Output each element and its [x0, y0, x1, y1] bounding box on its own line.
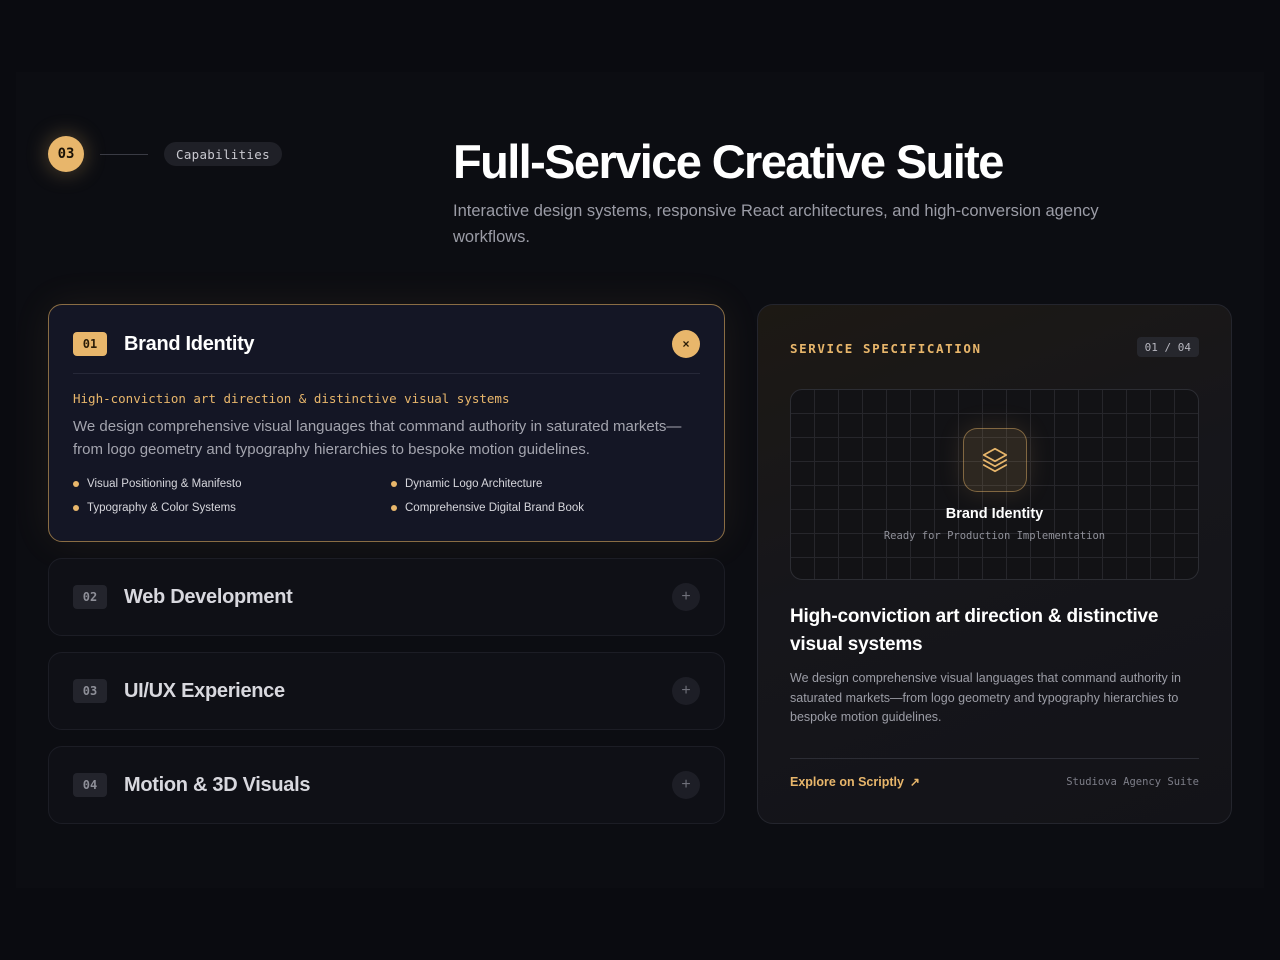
bullet-dot-icon	[391, 505, 397, 511]
feature-item: Typography & Color Systems	[73, 501, 391, 515]
spec-footer-text: Studiova Agency Suite	[1066, 776, 1199, 788]
spec-heading: High-conviction art direction & distinct…	[790, 606, 1159, 655]
plus-icon[interactable]: +	[672, 771, 700, 799]
feature-label: Comprehensive Digital Brand Book	[405, 502, 584, 514]
spec-preview-panel: Brand Identity Ready for Production Impl…	[790, 389, 1199, 580]
bullet-dot-icon	[73, 481, 79, 487]
accordion-item-brand-identity[interactable]: 01 Brand Identity × High-conviction art …	[48, 304, 725, 542]
bullet-dot-icon	[73, 505, 79, 511]
bullet-dot-icon	[391, 481, 397, 487]
spec-preview-title: Brand Identity	[945, 506, 1044, 522]
page-title: Full-Service Creative Suite	[453, 135, 1004, 188]
accordion-item-ui-ux-experience[interactable]: 03 UI/UX Experience +	[48, 652, 725, 730]
explore-link[interactable]: Explore on Scriptly ↗	[790, 775, 920, 789]
accordion-header[interactable]: 03 UI/UX Experience +	[73, 676, 700, 706]
feature-item: Comprehensive Digital Brand Book	[391, 501, 703, 515]
accordion-number-badge: 03	[73, 679, 107, 703]
arrow-up-right-icon: ↗	[909, 775, 920, 789]
section-number-badge: 03	[48, 136, 84, 172]
close-icon[interactable]: ×	[672, 330, 700, 358]
accordion-title: Motion & 3D Visuals	[124, 773, 311, 796]
spec-counter-badge: 01 / 04	[1136, 337, 1199, 357]
feature-label: Dynamic Logo Architecture	[405, 478, 543, 490]
accordion-tagline: High-conviction art direction & distinct…	[73, 391, 510, 406]
accordion-number-badge: 02	[73, 585, 107, 609]
spec-description: We design comprehensive visual languages…	[790, 671, 1181, 724]
explore-link-label: Explore on Scriptly	[790, 775, 904, 789]
feature-item: Visual Positioning & Manifesto	[73, 477, 391, 491]
spec-card-label: SERVICE SPECIFICATION	[790, 341, 982, 356]
accordion-title: Web Development	[124, 585, 293, 608]
spec-divider	[790, 758, 1199, 759]
accordion-header[interactable]: 04 Motion & 3D Visuals +	[73, 770, 700, 800]
accordion-header[interactable]: 02 Web Development +	[73, 582, 700, 612]
feature-list: Visual Positioning & Manifesto Dynamic L…	[73, 477, 703, 515]
accordion-divider	[73, 373, 700, 374]
accordion-item-web-development[interactable]: 02 Web Development +	[48, 558, 725, 636]
feature-item: Dynamic Logo Architecture	[391, 477, 703, 491]
accordion-title: Brand Identity	[124, 332, 255, 355]
accordion-number-badge: 04	[73, 773, 107, 797]
accordion-title: UI/UX Experience	[124, 679, 285, 702]
section-label-pill: Capabilities	[164, 142, 282, 166]
plus-icon[interactable]: +	[672, 583, 700, 611]
service-spec-card: SERVICE SPECIFICATION 01 / 04 Brand Iden…	[757, 304, 1232, 824]
plus-icon[interactable]: +	[672, 677, 700, 705]
accordion-description: We design comprehensive visual languages…	[73, 418, 682, 458]
accordion-number-badge: 01	[73, 332, 107, 356]
accordion-header[interactable]: 01 Brand Identity ×	[73, 329, 700, 359]
spec-preview-subtitle: Ready for Production Implementation	[883, 530, 1106, 542]
feature-label: Visual Positioning & Manifesto	[87, 478, 242, 490]
feature-label: Typography & Color Systems	[87, 502, 236, 514]
accordion-item-motion-3d-visuals[interactable]: 04 Motion & 3D Visuals +	[48, 746, 725, 824]
section-divider-line	[100, 154, 148, 155]
page-subtitle: Interactive design systems, responsive R…	[453, 202, 1099, 246]
layers-icon	[963, 428, 1027, 492]
